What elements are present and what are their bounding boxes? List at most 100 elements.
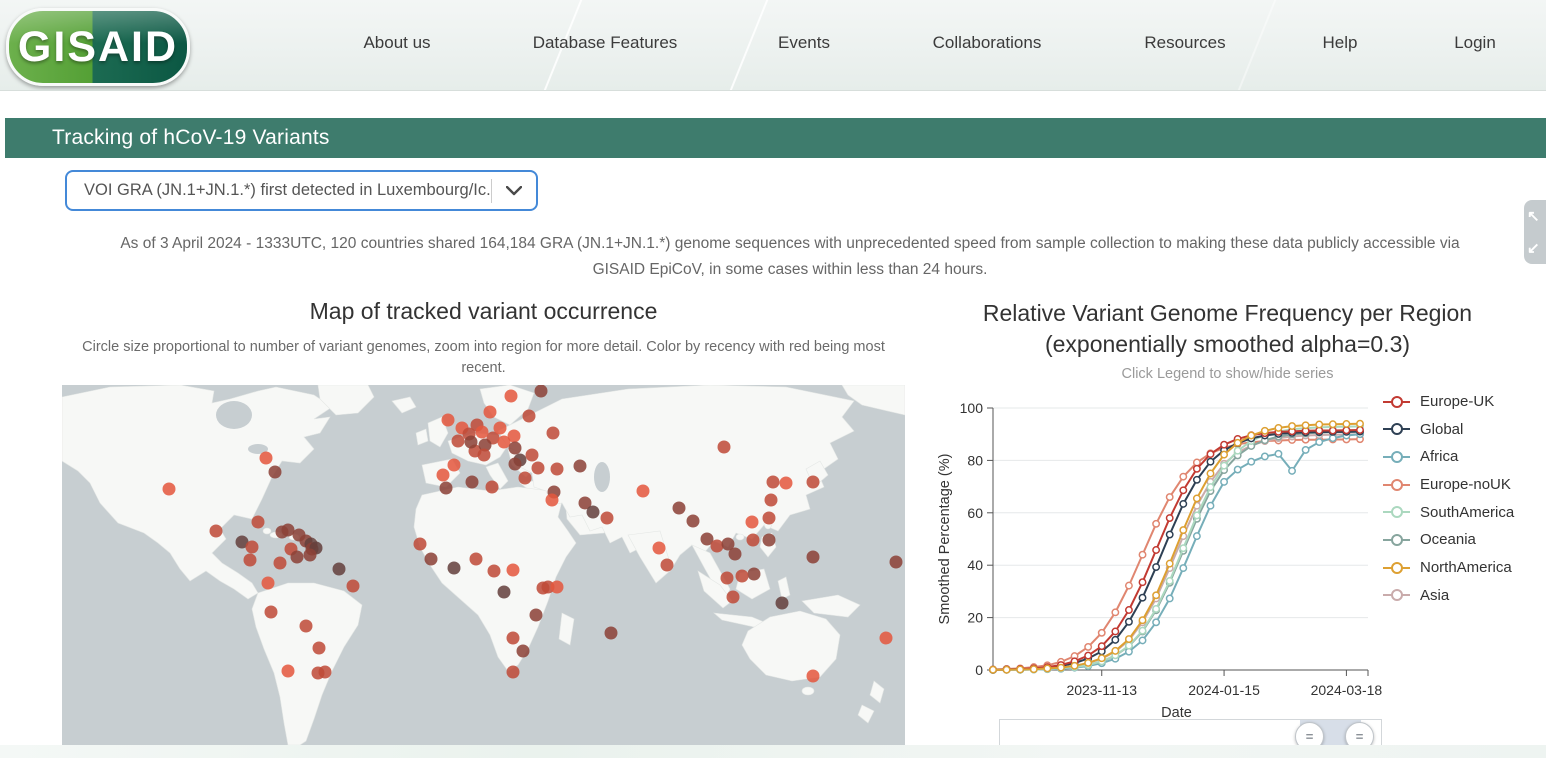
variant-dot[interactable] (506, 631, 520, 645)
variant-dot[interactable] (672, 501, 686, 515)
variant-dot[interactable] (879, 631, 893, 645)
arrow-down-left-icon[interactable]: ↙ (1527, 241, 1540, 256)
nav-item-about-us[interactable]: About us (363, 33, 430, 53)
variant-dot[interactable] (264, 605, 278, 619)
variant-dot[interactable] (586, 505, 600, 519)
variant-select[interactable]: VOI GRA (JN.1+JN.1.*) first detected in … (65, 170, 538, 211)
variant-dot[interactable] (209, 524, 223, 538)
variant-dot[interactable] (746, 533, 760, 547)
variant-dot[interactable] (717, 440, 731, 454)
variant-dot[interactable] (735, 569, 749, 583)
variant-dot[interactable] (604, 626, 618, 640)
variant-dot[interactable] (762, 511, 776, 525)
variant-dot[interactable] (299, 619, 313, 633)
expand-widget[interactable]: ↖ ↙ (1524, 200, 1546, 264)
legend-item-Asia[interactable]: Asia (1383, 586, 1514, 605)
variant-dot[interactable] (806, 669, 820, 683)
arrow-up-left-icon[interactable]: ↖ (1527, 209, 1540, 224)
variant-dot[interactable] (475, 425, 489, 439)
variant-dot[interactable] (268, 465, 282, 479)
variant-dot[interactable] (273, 556, 287, 570)
variant-dot[interactable] (516, 644, 530, 658)
legend-item-Global[interactable]: Global (1383, 420, 1514, 439)
chevron-down-icon[interactable] (492, 185, 536, 196)
variant-dot[interactable] (441, 413, 455, 427)
variant-dot[interactable] (545, 493, 559, 507)
variant-dot[interactable] (332, 562, 346, 576)
nav-item-database-features[interactable]: Database Features (533, 33, 678, 53)
variant-dot[interactable] (573, 459, 587, 473)
legend-item-NorthAmerica[interactable]: NorthAmerica (1383, 558, 1514, 577)
legend-item-SouthAmerica[interactable]: SouthAmerica (1383, 503, 1514, 522)
variant-dot[interactable] (747, 567, 761, 581)
variant-dot[interactable] (303, 548, 317, 562)
variant-dot[interactable] (251, 515, 265, 529)
legend-item-Europe-noUK[interactable]: Europe-noUK (1383, 475, 1514, 494)
variant-dot[interactable] (550, 580, 564, 594)
variant-dot[interactable] (546, 426, 560, 440)
variant-dot[interactable] (508, 457, 522, 471)
variant-dot[interactable] (504, 389, 518, 403)
variant-dot[interactable] (436, 468, 450, 482)
legend-item-Africa[interactable]: Africa (1383, 447, 1514, 466)
gisaid-logo[interactable]: GISAID (6, 8, 190, 86)
variant-dot[interactable] (525, 448, 539, 462)
variant-dot[interactable] (889, 555, 903, 569)
variant-dot[interactable] (477, 448, 490, 462)
variant-dot[interactable] (413, 537, 427, 551)
variant-dot[interactable] (762, 533, 776, 547)
nav-item-collaborations[interactable]: Collaborations (933, 33, 1042, 53)
variant-dot[interactable] (290, 550, 304, 564)
variant-dot[interactable] (806, 475, 820, 489)
variant-dot[interactable] (775, 596, 789, 610)
variant-dot[interactable] (439, 481, 453, 495)
variant-dot[interactable] (243, 553, 257, 567)
legend-item-Oceania[interactable]: Oceania (1383, 530, 1514, 549)
variant-dot[interactable] (346, 579, 360, 593)
variant-dot[interactable] (720, 571, 734, 585)
variant-dot[interactable] (312, 641, 326, 655)
variant-dot[interactable] (728, 547, 742, 561)
variant-dot[interactable] (497, 585, 511, 599)
variant-dot[interactable] (506, 563, 520, 577)
variant-dot[interactable] (600, 511, 614, 525)
variant-dot[interactable] (636, 484, 650, 498)
variant-dot[interactable] (245, 540, 259, 554)
variant-dot[interactable] (447, 561, 461, 575)
variant-dot[interactable] (660, 558, 674, 572)
variant-dot[interactable] (465, 475, 479, 489)
variant-dot[interactable] (745, 515, 759, 529)
variant-dot[interactable] (531, 461, 545, 475)
variant-dot[interactable] (726, 590, 740, 604)
variant-dot[interactable] (281, 664, 295, 678)
variant-dot[interactable] (447, 458, 461, 472)
variant-dot[interactable] (485, 480, 499, 494)
variant-dot[interactable] (529, 608, 543, 622)
nav-item-help[interactable]: Help (1323, 33, 1358, 53)
variant-dot[interactable] (536, 581, 549, 595)
variant-dot[interactable] (162, 482, 176, 496)
variant-dot[interactable] (764, 493, 778, 507)
map-canvas[interactable] (62, 385, 905, 745)
variant-dot[interactable] (261, 576, 275, 590)
nav-item-resources[interactable]: Resources (1144, 33, 1225, 53)
variant-dot[interactable] (766, 475, 780, 489)
variant-dot[interactable] (779, 476, 793, 490)
variant-dot[interactable] (652, 541, 666, 555)
variant-dot[interactable] (518, 471, 532, 485)
legend-item-Europe-UK[interactable]: Europe-UK (1383, 392, 1514, 411)
variant-dot[interactable] (259, 451, 273, 465)
variant-dot[interactable] (508, 441, 522, 455)
variant-dot[interactable] (506, 665, 520, 679)
nav-item-events[interactable]: Events (778, 33, 830, 53)
variant-dot[interactable] (550, 462, 564, 476)
variant-dot[interactable] (686, 514, 700, 528)
variant-dot[interactable] (318, 665, 332, 679)
variant-dot[interactable] (424, 552, 438, 566)
variant-dot[interactable] (522, 409, 536, 423)
variant-dot[interactable] (487, 564, 501, 578)
nav-item-login[interactable]: Login (1454, 33, 1496, 53)
variant-dot[interactable] (483, 405, 497, 419)
variant-dot[interactable] (469, 552, 483, 566)
variant-dot[interactable] (464, 435, 478, 449)
